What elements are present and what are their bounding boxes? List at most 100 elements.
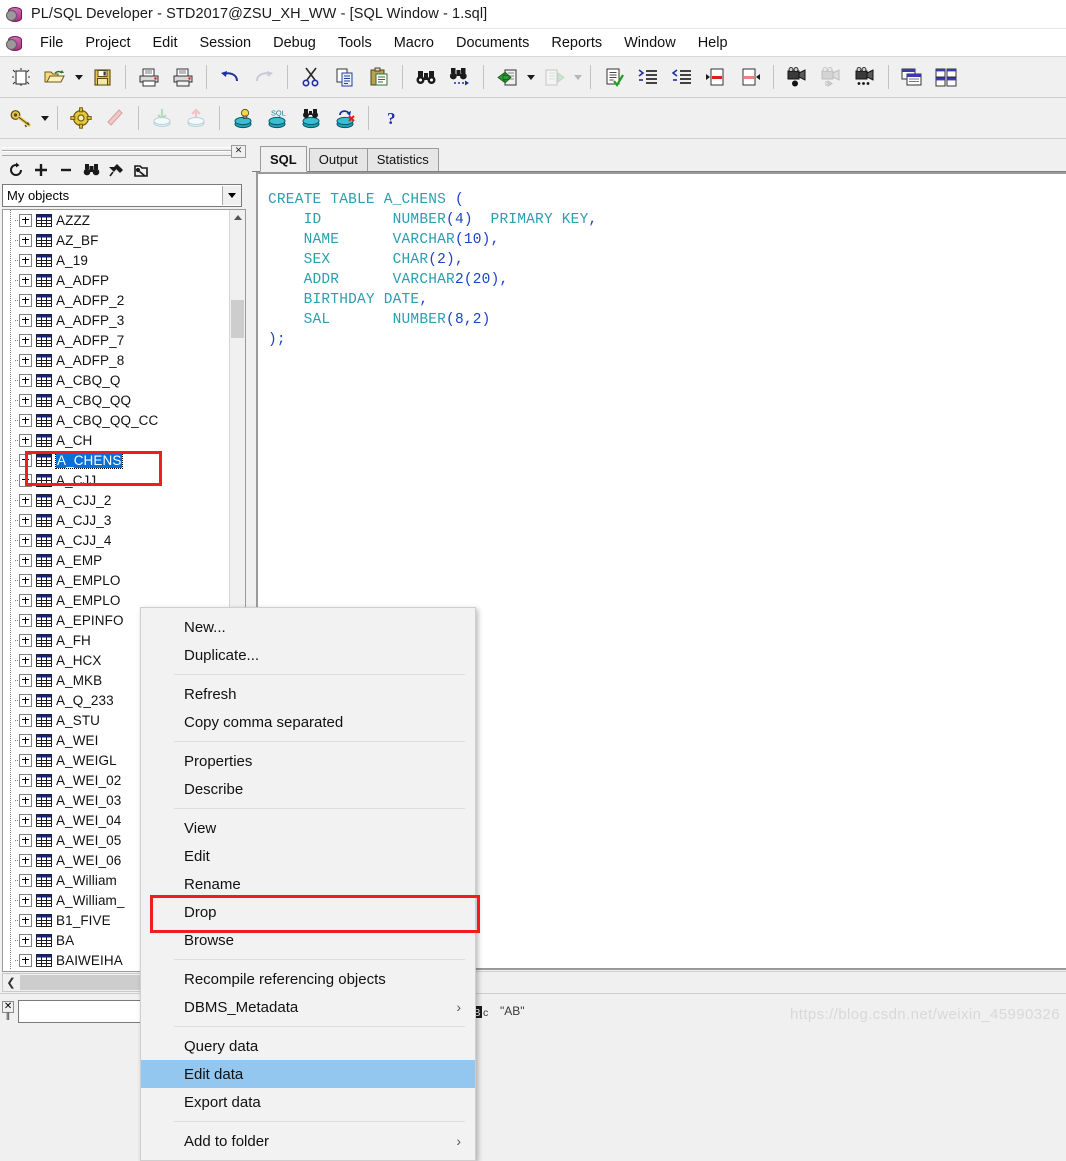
undo-icon[interactable] (215, 62, 245, 92)
folder-key-icon[interactable] (131, 160, 151, 180)
redo-icon[interactable] (249, 62, 279, 92)
expand-plus-icon[interactable] (19, 913, 32, 927)
expand-plus-icon[interactable] (19, 453, 32, 467)
gear-compile-icon[interactable] (66, 103, 96, 133)
tree-item[interactable]: A_CJJ (3, 470, 230, 490)
expand-plus-icon[interactable] (19, 953, 32, 967)
expand-plus-icon[interactable] (19, 373, 32, 387)
menu-item-export-data[interactable]: Export data (141, 1088, 475, 1116)
indent-increase-icon[interactable] (633, 62, 663, 92)
tree-item[interactable]: AZ_BF (3, 230, 230, 250)
menu-item-dbms-metadata[interactable]: DBMS_Metadata › (141, 993, 475, 1021)
tree-item[interactable]: AZZZ (3, 210, 230, 230)
expand-plus-icon[interactable] (19, 653, 32, 667)
expand-plus-icon[interactable] (19, 473, 32, 487)
expand-plus-icon[interactable] (19, 593, 32, 607)
expand-plus-icon[interactable] (19, 433, 32, 447)
expand-plus-icon[interactable] (19, 293, 32, 307)
tree-item[interactable]: A_CJJ_2 (3, 490, 230, 510)
menu-item-help[interactable]: Help (687, 33, 739, 53)
menu-item-recompile-referencing-objects[interactable]: Recompile referencing objects (141, 965, 475, 993)
refresh-icon[interactable] (6, 160, 26, 180)
expand-plus-icon[interactable] (19, 533, 32, 547)
step-dropdown-arrow-icon[interactable] (571, 62, 584, 92)
comment-icon[interactable] (701, 62, 731, 92)
expand-plus-icon[interactable] (31, 160, 51, 180)
tree-item[interactable]: A_ADFP_2 (3, 290, 230, 310)
find-database-object-icon[interactable] (296, 103, 326, 133)
save-disk-icon[interactable] (87, 62, 117, 92)
indent-decrease-icon[interactable] (667, 62, 697, 92)
browser-drag-grip[interactable]: ✕ (0, 144, 248, 158)
tree-item[interactable]: A_CJJ_3 (3, 510, 230, 530)
find-bar-grip[interactable]: ✕ ‖ (1, 998, 15, 1026)
menu-item-browse[interactable]: Browse (141, 926, 475, 954)
menu-item-query-data[interactable]: Query data (141, 1032, 475, 1060)
tree-item[interactable]: A_ADFP (3, 270, 230, 290)
object-filter-combo[interactable]: My objects (2, 184, 242, 207)
tree-item[interactable]: A_CH (3, 430, 230, 450)
expand-plus-icon[interactable] (19, 733, 32, 747)
tab-statistics[interactable]: Statistics (366, 148, 439, 171)
copy-icon[interactable] (330, 62, 360, 92)
expand-plus-icon[interactable] (19, 493, 32, 507)
expand-plus-icon[interactable] (19, 273, 32, 287)
tab-sql[interactable]: SQL (260, 146, 307, 172)
macro-library-icon[interactable] (850, 62, 880, 92)
regex-quote-icon[interactable]: "AB" (498, 999, 530, 1025)
tree-item[interactable]: A_CJJ_4 (3, 530, 230, 550)
open-dropdown-arrow-icon[interactable] (72, 62, 85, 92)
scroll-up-arrow-icon[interactable] (230, 210, 245, 225)
expand-plus-icon[interactable] (19, 413, 32, 427)
uncomment-icon[interactable] (735, 62, 765, 92)
object-context-menu[interactable]: New... Duplicate... Refresh Copy comma sepa… (140, 607, 476, 1161)
menu-item-debug[interactable]: Debug (262, 33, 327, 53)
expand-plus-icon[interactable] (19, 713, 32, 727)
menu-item-documents[interactable]: Documents (445, 33, 540, 53)
menu-item-window[interactable]: Window (613, 33, 687, 53)
expand-plus-icon[interactable] (19, 353, 32, 367)
menu-item-edit-data[interactable]: Edit data (141, 1060, 475, 1088)
execute-green-arrow-icon[interactable] (492, 62, 522, 92)
find-next-icon[interactable] (445, 62, 475, 92)
menu-item-edit[interactable]: Edit (142, 33, 189, 53)
expand-plus-icon[interactable] (19, 633, 32, 647)
expand-plus-icon[interactable] (19, 573, 32, 587)
menu-item-new[interactable]: New... (141, 613, 475, 641)
expand-plus-icon[interactable] (19, 613, 32, 627)
print-icon[interactable] (134, 62, 164, 92)
expand-plus-icon[interactable] (19, 753, 32, 767)
close-icon[interactable]: ✕ (1, 1000, 15, 1013)
document-menu-icon[interactable] (6, 35, 23, 51)
expand-plus-icon[interactable] (19, 233, 32, 247)
new-icon[interactable] (6, 62, 36, 92)
expand-plus-icon[interactable] (19, 553, 32, 567)
cascade-windows-icon[interactable] (897, 62, 927, 92)
print-preview-icon[interactable] (168, 62, 198, 92)
menu-item-session[interactable]: Session (189, 33, 263, 53)
scrollbar-thumb[interactable] (231, 300, 244, 338)
menu-item-reports[interactable]: Reports (540, 33, 613, 53)
expand-plus-icon[interactable] (19, 513, 32, 527)
menu-item-properties[interactable]: Properties (141, 747, 475, 775)
open-folder-icon[interactable] (40, 62, 70, 92)
expand-plus-icon[interactable] (19, 773, 32, 787)
expand-plus-icon[interactable] (19, 933, 32, 947)
paste-clipboard-icon[interactable] (364, 62, 394, 92)
menu-item-duplicate[interactable]: Duplicate... (141, 641, 475, 669)
lightning-run-icon[interactable] (100, 103, 130, 133)
tree-item-selected[interactable]: A_CHENS (3, 450, 230, 470)
expand-plus-icon[interactable] (19, 333, 32, 347)
key-dropdown-arrow-icon[interactable] (38, 103, 51, 133)
check-document-icon[interactable] (599, 62, 629, 92)
tree-item[interactable]: A_ADFP_8 (3, 350, 230, 370)
tab-output[interactable]: Output (308, 148, 368, 171)
play-macro-icon[interactable] (816, 62, 846, 92)
expand-plus-icon[interactable] (19, 253, 32, 267)
key-login-icon[interactable] (6, 103, 36, 133)
find-binoculars-icon[interactable] (411, 62, 441, 92)
sql-code-text[interactable]: CREATE TABLE A_CHENS ( ID NUMBER(4) PRIM… (258, 174, 1066, 350)
expand-plus-icon[interactable] (19, 793, 32, 807)
menu-item-refresh[interactable]: Refresh (141, 680, 475, 708)
menu-item-rename[interactable]: Rename (141, 870, 475, 898)
